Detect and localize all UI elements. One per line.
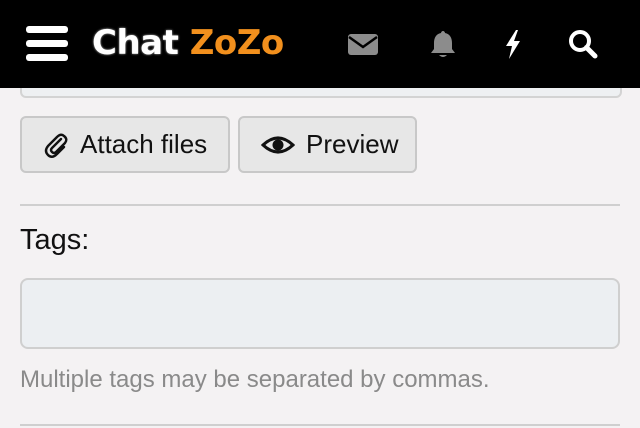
site-logo[interactable]: Chat ZoZo (92, 20, 284, 66)
paperclip-icon (44, 133, 68, 158)
tags-label: Tags: (20, 224, 90, 256)
tags-hint: Multiple tags may be separated by commas… (20, 366, 490, 393)
bolt-icon[interactable] (497, 28, 529, 60)
envelope-icon[interactable] (347, 28, 379, 60)
tags-input[interactable] (20, 278, 620, 349)
search-icon[interactable] (567, 28, 599, 60)
menu-icon[interactable] (26, 26, 68, 62)
attach-files-button[interactable]: Attach files (20, 116, 230, 173)
bell-icon[interactable] (427, 28, 459, 60)
eye-icon (261, 136, 295, 153)
logo-word-chat: Chat (92, 23, 179, 63)
preview-button[interactable]: Preview (238, 116, 417, 173)
section-divider (20, 204, 620, 206)
attach-files-label: Attach files (80, 129, 208, 159)
logo-word-zozo: ZoZo (189, 23, 285, 63)
top-navigation-bar: Chat ZoZo (0, 0, 640, 88)
section-divider-bottom (20, 424, 620, 426)
preview-label: Preview (306, 129, 399, 159)
